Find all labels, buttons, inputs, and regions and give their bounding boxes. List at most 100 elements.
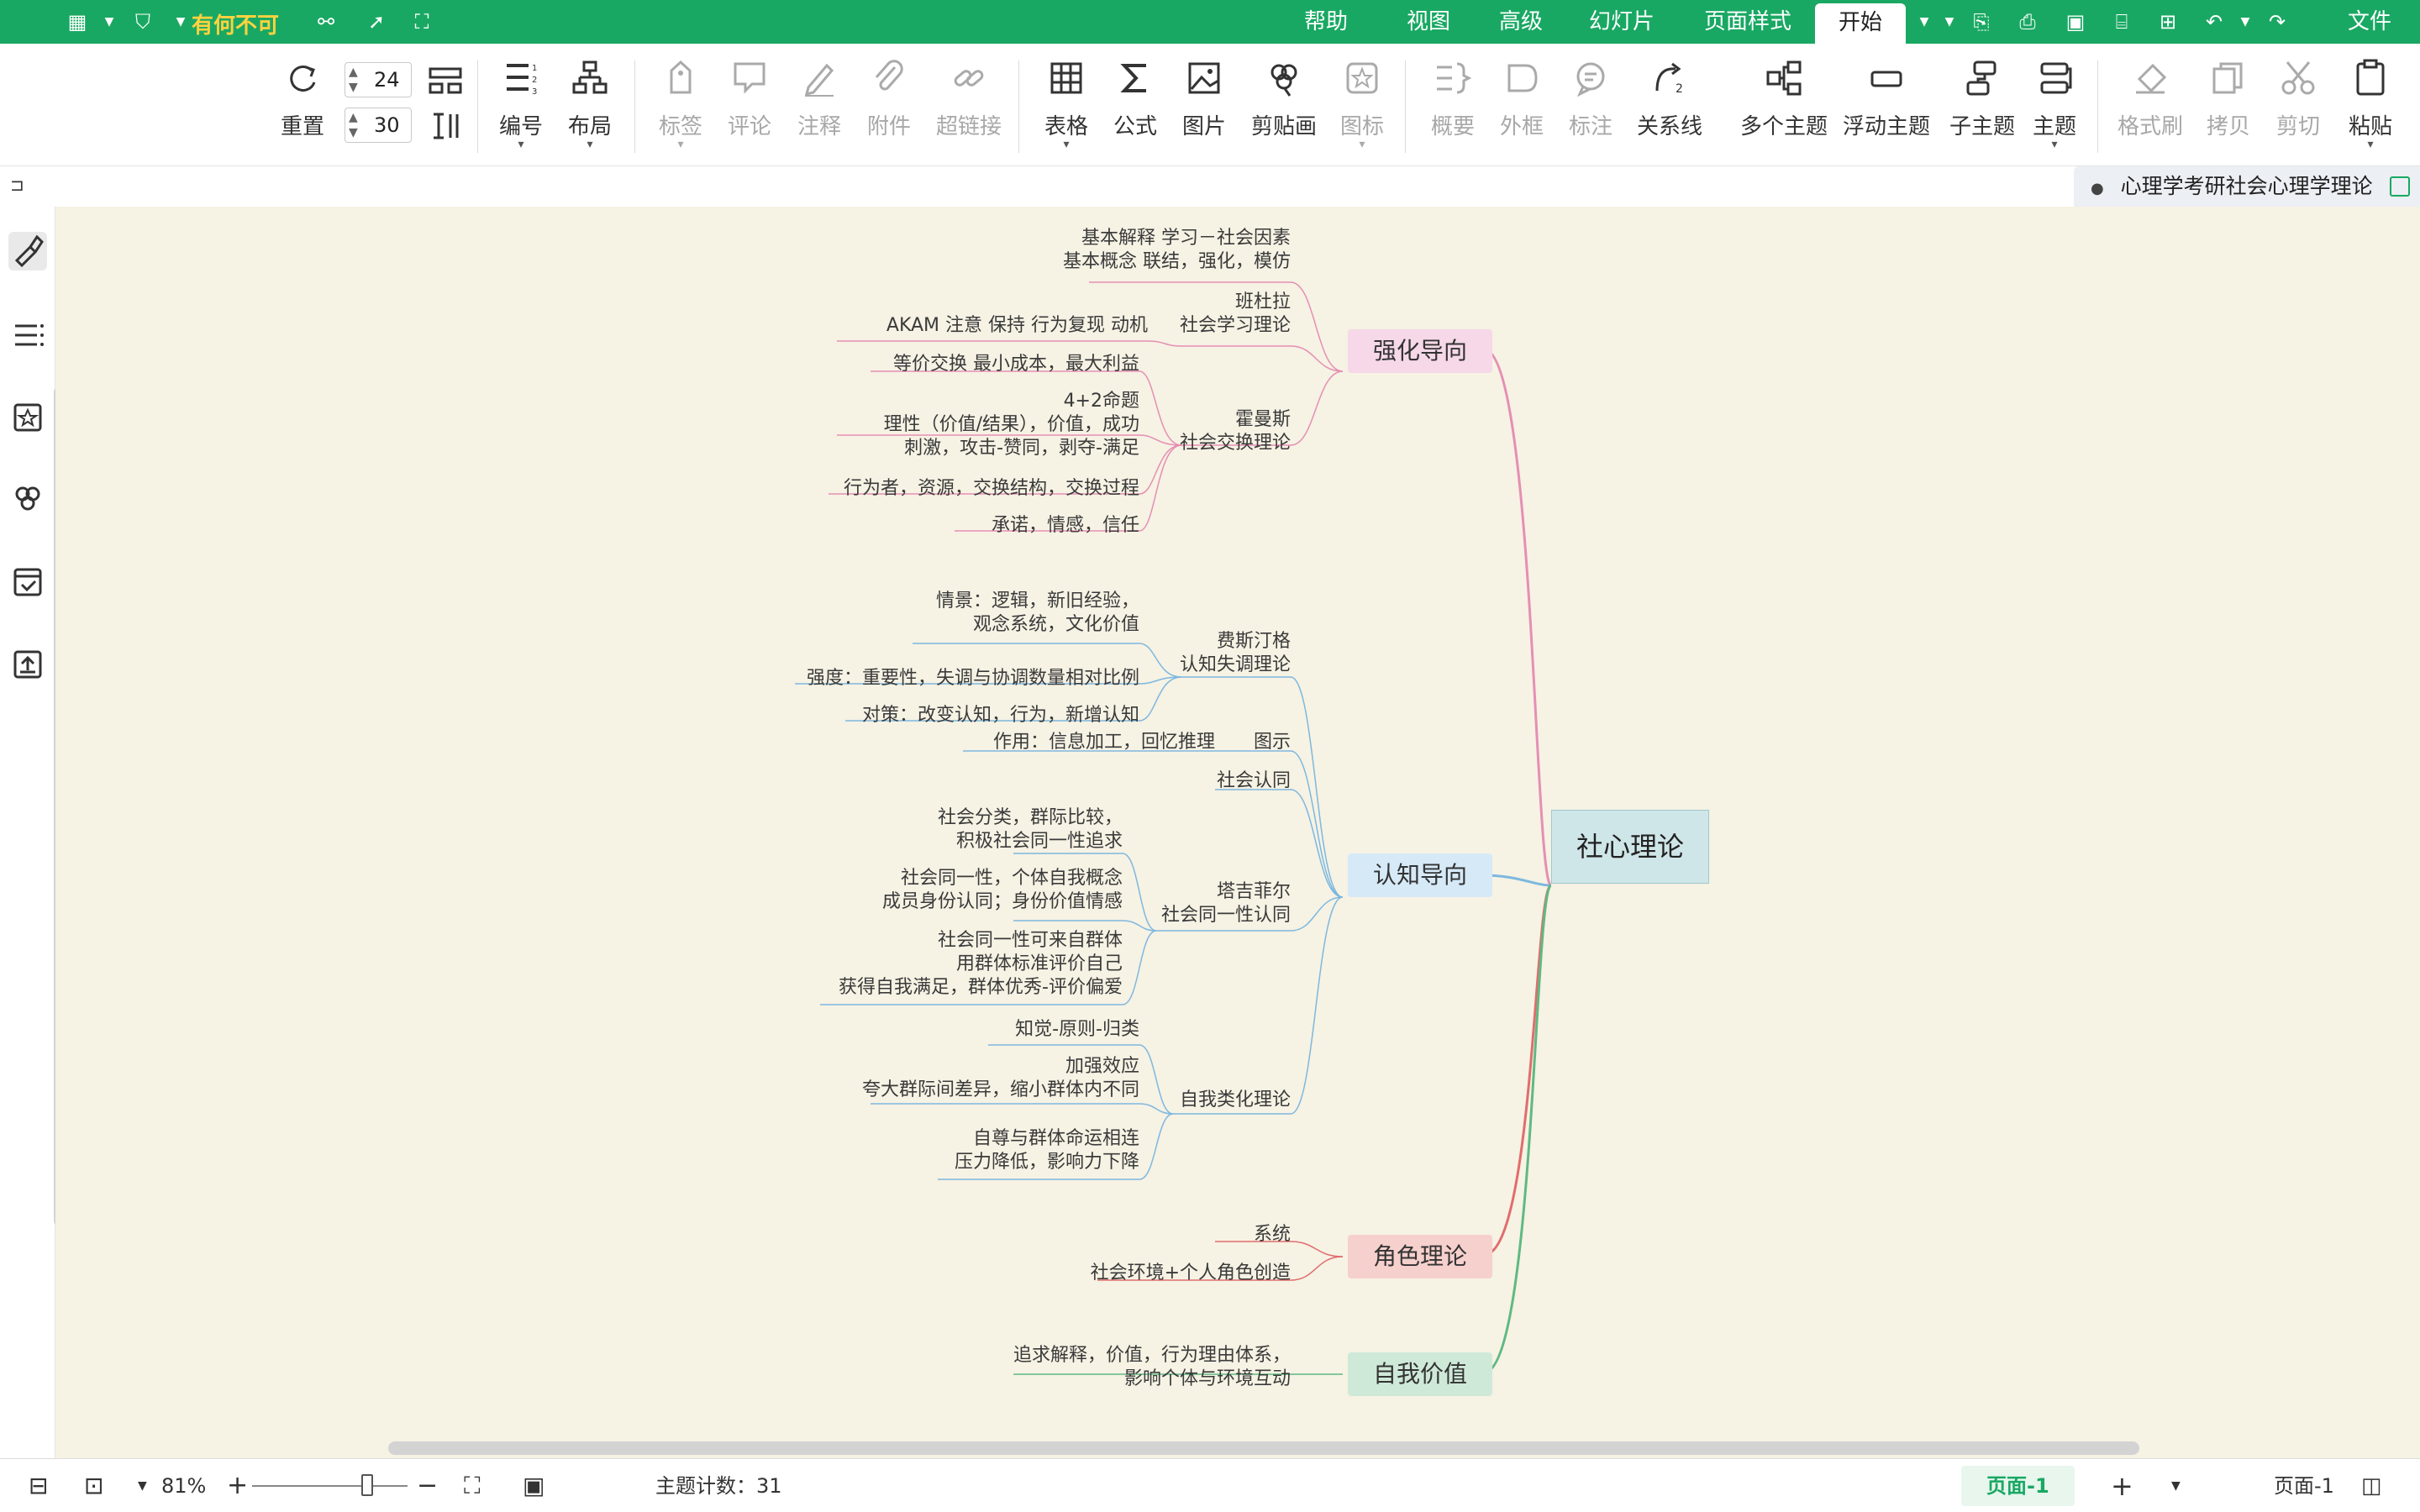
page-view-icon[interactable]: ▣ bbox=[523, 1459, 544, 1512]
chevron-down-icon[interactable]: ▼ bbox=[2237, 8, 2254, 35]
clipart-panel-icon[interactable] bbox=[8, 480, 47, 519]
root-topic[interactable]: 社心理论 bbox=[1551, 810, 1709, 884]
menu-tab-page-style[interactable]: 页面样式 bbox=[1689, 0, 1807, 44]
boundary-button[interactable]: 外框 bbox=[1492, 59, 1551, 160]
topic-button[interactable]: 主题 ▾ bbox=[2025, 59, 2084, 160]
chevron-down-icon[interactable]: ▼ bbox=[1916, 8, 1933, 35]
topic-node[interactable]: 4+2命题 理性（价值/结果），价值，成功 刺激，攻击-赞同，剥夺-满足 bbox=[884, 390, 1139, 460]
menu-tab-view[interactable]: 视图 bbox=[1395, 0, 1462, 44]
attachment-button[interactable]: 附件 bbox=[860, 59, 918, 160]
topic-node[interactable]: 情景：逻辑，新旧经验， 观念系统，文化价值 bbox=[936, 590, 1139, 637]
topic-node[interactable]: 追求解释，价值，行为理由体系， 影响个体与环境互动 bbox=[1013, 1344, 1291, 1391]
topic-node[interactable]: 塔吉菲尔 社会同一性认同 bbox=[1161, 880, 1291, 927]
topic-node[interactable]: 自尊与群体命运相连 压力降低，影响力下降 bbox=[955, 1127, 1139, 1174]
topic-node[interactable]: 行为者，资源，交换结构，交换过程 bbox=[844, 477, 1139, 501]
topic-node[interactable]: 图示 bbox=[1254, 731, 1291, 754]
branch-self-value[interactable]: 自我价值 bbox=[1348, 1352, 1493, 1396]
subtopic-button[interactable]: 子主题 bbox=[1946, 59, 2018, 160]
horizontal-scrollbar[interactable] bbox=[388, 1441, 2139, 1455]
fullscreen-icon[interactable]: ⛶ bbox=[464, 1459, 481, 1512]
reset-button[interactable]: 重置 bbox=[277, 59, 328, 160]
picture-button[interactable]: 图片 bbox=[1175, 59, 1234, 160]
style-brush-icon[interactable] bbox=[8, 232, 47, 270]
clipart-button[interactable]: 剪贴画 bbox=[1248, 59, 1320, 160]
shirt-icon[interactable]: ⛉ bbox=[126, 8, 160, 35]
layout-button[interactable]: 布局 ▾ bbox=[560, 59, 619, 160]
menu-file[interactable]: 文件 bbox=[2336, 0, 2403, 44]
fullscreen-icon[interactable]: ⛶ bbox=[405, 8, 439, 35]
branch-role-theory[interactable]: 角色理论 bbox=[1348, 1235, 1493, 1278]
cut-button[interactable]: 剪切 bbox=[2269, 59, 2328, 160]
spacing-horizontal-input[interactable]: ▲ ▼ 24 bbox=[345, 62, 412, 97]
zoom-out-icon[interactable]: − bbox=[417, 1459, 438, 1512]
topic-node[interactable]: 自我类化理论 bbox=[1180, 1089, 1291, 1112]
hyperlink-button[interactable]: 超链接 bbox=[933, 59, 1005, 160]
cursor-icon[interactable]: ➚ bbox=[360, 8, 393, 35]
topic-node[interactable]: 等价交换 最小成本，最大利益 bbox=[893, 353, 1139, 376]
page-tab[interactable]: 页面-1 bbox=[1961, 1466, 2075, 1506]
paste-button[interactable]: 粘贴 ▾ bbox=[2341, 59, 2400, 160]
topic-node[interactable]: 社会分类，群际比较， 积极社会同一性追求 bbox=[938, 806, 1123, 853]
task-panel-icon[interactable] bbox=[8, 563, 47, 601]
undo-icon[interactable]: ↶ bbox=[2197, 8, 2231, 35]
export-panel-icon[interactable] bbox=[8, 645, 47, 684]
topic-node[interactable]: 社会认同 bbox=[1217, 769, 1291, 793]
topic-node[interactable]: 加强效应 夸大群际间差异，缩小群体内不同 bbox=[862, 1055, 1139, 1102]
topic-node[interactable]: 知觉-原则-归类 bbox=[1015, 1018, 1139, 1042]
collapse-panel-icon[interactable]: ⊟ bbox=[29, 1459, 48, 1512]
chevron-down-icon[interactable]: ▼ bbox=[101, 8, 118, 35]
note-button[interactable]: 注释 bbox=[790, 59, 849, 160]
chevron-down-icon[interactable]: ▼ bbox=[1941, 8, 1958, 35]
topic-node[interactable]: 霍曼斯 社会交换理论 bbox=[1180, 408, 1291, 455]
apps-grid-icon[interactable]: ▦ bbox=[60, 8, 94, 35]
chevron-down-icon[interactable]: ▼ bbox=[2171, 1459, 2181, 1512]
zoom-in-icon[interactable]: + bbox=[227, 1459, 248, 1512]
add-page-icon[interactable]: + bbox=[2111, 1459, 2133, 1512]
menu-tab-slides[interactable]: 幻灯片 bbox=[1580, 0, 1664, 44]
icon-button[interactable]: 图标 ▾ bbox=[1333, 59, 1392, 160]
icon-panel-icon[interactable] bbox=[8, 398, 47, 437]
chevron-down-icon[interactable]: ▼ bbox=[138, 1459, 147, 1512]
topic-node[interactable]: 基本解释 学习－社会因素 基本概念 联结，强化，模仿 bbox=[1063, 227, 1291, 274]
tag-button[interactable]: 标签 ▾ bbox=[651, 59, 710, 160]
new-file-icon[interactable]: ⊞ bbox=[2151, 8, 2185, 35]
zoom-slider-thumb[interactable] bbox=[361, 1474, 373, 1496]
mindmap-canvas[interactable]: 社心理论 强化导向 认知导向 角色理论 自我价值 基本解释 学习－社会因素 基本概… bbox=[55, 207, 2420, 1458]
topic-node[interactable]: 社会环境+个人角色创造 bbox=[1091, 1262, 1291, 1285]
save-icon[interactable]: ▣ bbox=[2059, 8, 2092, 35]
branch-cognitive[interactable]: 认知导向 bbox=[1348, 853, 1493, 897]
format-painter-button[interactable]: 格式刷 bbox=[2114, 59, 2186, 160]
formula-button[interactable]: 公式 bbox=[1106, 59, 1165, 160]
document-tab[interactable]: ● 心理学考研社会心理学理论 bbox=[2074, 166, 2420, 207]
zoom-slider-track[interactable] bbox=[252, 1485, 408, 1487]
table-button[interactable]: 表格 ▾ bbox=[1037, 59, 1096, 160]
topic-node[interactable]: AKAM 注意 保持 行为复现 动机 bbox=[886, 314, 1148, 338]
multi-topic-button[interactable]: 多个主题 bbox=[1738, 59, 1830, 160]
topic-node[interactable]: 作用：信息加工，回忆推理 bbox=[993, 731, 1215, 754]
spacing-vertical-input[interactable]: ▲ ▼ 30 bbox=[345, 108, 412, 143]
callout-button[interactable]: 标注 bbox=[1561, 59, 1620, 160]
topic-node[interactable]: 强度：重要性，失调与协调数量相对比例 bbox=[807, 667, 1139, 690]
panel-toggle-icon[interactable]: ◫ bbox=[2361, 1459, 2382, 1512]
redo-icon[interactable]: ↷ bbox=[2260, 8, 2294, 35]
zoom-level[interactable]: 81% bbox=[161, 1459, 206, 1512]
floating-topic-button[interactable]: 浮动主题 bbox=[1840, 59, 1933, 160]
pin-icon[interactable]: ⊐ bbox=[10, 175, 24, 195]
topic-node[interactable]: 承诺，情感，信任 bbox=[992, 514, 1139, 538]
topic-node[interactable]: 系统 bbox=[1254, 1223, 1291, 1247]
topic-node[interactable]: 社会同一性，个体自我概念 成员身份认同；身份价值情感 bbox=[882, 867, 1123, 914]
chevron-down-icon[interactable]: ▼ bbox=[172, 8, 189, 35]
close-dot-icon[interactable]: ● bbox=[2091, 180, 2104, 197]
fit-view-icon[interactable]: ⊡ bbox=[84, 1459, 103, 1512]
comment-button[interactable]: 评论 bbox=[720, 59, 779, 160]
outline-list-icon[interactable] bbox=[8, 316, 47, 354]
topic-node[interactable]: 社会同一性可来自群体 用群体标准评价自己 获得自我满足，群体优秀-评价偏爱 bbox=[839, 929, 1123, 1000]
print-icon[interactable]: ⎙ bbox=[2011, 8, 2044, 35]
topic-node[interactable]: 对策：改变认知，行为，新增认知 bbox=[862, 704, 1139, 727]
numbering-button[interactable]: 123 编号 ▾ bbox=[492, 59, 550, 160]
export-icon[interactable]: ⎘ bbox=[1965, 8, 1998, 35]
topic-node[interactable]: 费斯汀格 认知失调理论 bbox=[1180, 630, 1291, 677]
summary-button[interactable]: 概要 bbox=[1423, 59, 1482, 160]
menu-tab-advanced[interactable]: 高级 bbox=[1487, 0, 1555, 44]
page-selector[interactable]: 页面-1 bbox=[2274, 1459, 2334, 1512]
